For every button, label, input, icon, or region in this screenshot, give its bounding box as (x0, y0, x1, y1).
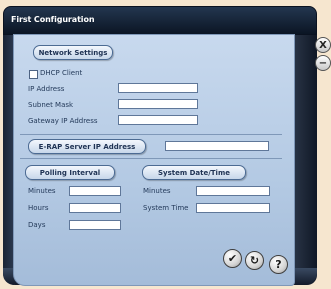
config-window: First Configuration Network Settings DHC… (3, 6, 331, 286)
dhcp-checkbox[interactable] (29, 70, 38, 79)
subnet-mask-input[interactable] (118, 99, 198, 109)
config-panel: Network Settings DHCP Client IP Address … (13, 34, 295, 286)
system-datetime-heading: System Date/Time (142, 165, 246, 180)
erap-server-heading: E-RAP Server IP Address (28, 139, 146, 154)
window-frame-right (293, 33, 317, 285)
polling-hours-input[interactable] (69, 203, 121, 213)
polling-days-input[interactable] (69, 220, 121, 230)
divider (20, 134, 282, 135)
dhcp-label: DHCP Client (40, 69, 83, 77)
polling-minutes-label: Minutes (28, 187, 56, 195)
polling-interval-heading: Polling Interval (25, 165, 115, 180)
refresh-icon[interactable]: ↻ (245, 251, 264, 270)
polling-days-label: Days (28, 221, 46, 229)
checkmark-icon[interactable]: ✔ (223, 249, 242, 268)
gateway-ip-label: Gateway IP Address (28, 117, 98, 125)
minimize-icon[interactable]: − (315, 55, 331, 71)
divider (20, 158, 282, 159)
window-title: First Configuration (11, 15, 95, 24)
ip-address-input[interactable] (118, 83, 198, 93)
erap-server-ip-input[interactable] (165, 141, 269, 151)
system-time-input[interactable] (196, 203, 270, 213)
gateway-ip-input[interactable] (118, 115, 198, 125)
ip-address-label: IP Address (28, 85, 65, 93)
polling-minutes-input[interactable] (69, 186, 121, 196)
system-time-label: System Time (143, 204, 189, 212)
system-minutes-input[interactable] (196, 186, 270, 196)
polling-hours-label: Hours (28, 204, 49, 212)
title-bar[interactable]: First Configuration (3, 6, 317, 35)
help-icon[interactable]: ? (269, 255, 288, 274)
system-minutes-label: Minutes (143, 187, 171, 195)
close-icon[interactable]: X (315, 37, 331, 53)
network-settings-heading: Network Settings (33, 45, 113, 60)
subnet-mask-label: Subnet Mask (28, 101, 74, 109)
